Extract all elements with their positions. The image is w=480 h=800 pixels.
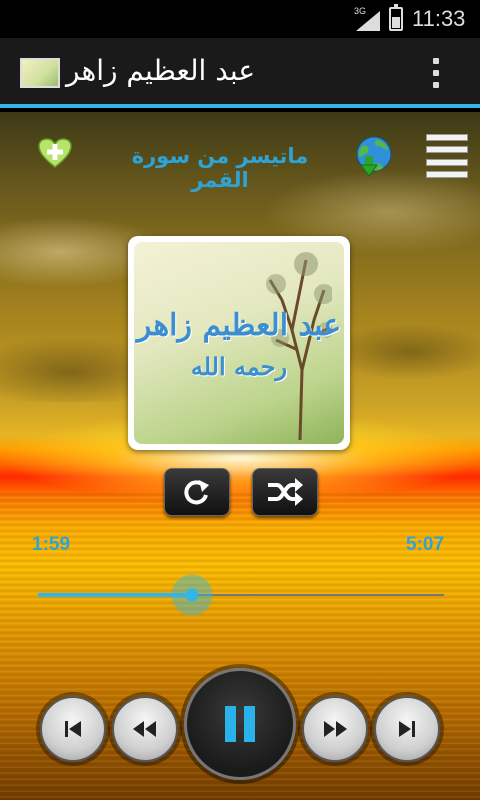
fast-forward-button[interactable] — [302, 696, 368, 762]
album-art: عبد العظيم زاهر رحمه الله — [128, 236, 350, 450]
tree-illustration — [266, 252, 332, 440]
seek-thumb[interactable] — [171, 574, 214, 616]
play-pause-button[interactable] — [184, 668, 296, 780]
overflow-dot — [433, 82, 439, 88]
battery-icon — [389, 4, 403, 31]
rewind-button[interactable] — [112, 696, 178, 762]
repeat-button[interactable] — [164, 468, 230, 516]
menu-bar — [426, 134, 468, 141]
shuffle-icon — [268, 478, 303, 506]
previous-button[interactable] — [40, 696, 106, 762]
album-thumbnail-icon[interactable] — [20, 58, 60, 88]
menu-bar — [426, 170, 468, 178]
album-art-image: عبد العظيم زاهر رحمه الله — [134, 242, 344, 444]
globe-download-icon[interactable] — [352, 134, 396, 178]
skip-previous-icon — [65, 721, 81, 737]
seek-bar[interactable] — [38, 574, 444, 616]
menu-icon[interactable] — [426, 134, 468, 178]
action-bar: عبد العظيم زاهر — [0, 38, 480, 108]
clock: 11:33 — [412, 6, 466, 31]
heart-add-icon[interactable] — [38, 138, 72, 168]
total-duration: 5:07 — [406, 534, 445, 555]
playback-controls — [0, 668, 480, 800]
overflow-menu-icon[interactable] — [428, 54, 444, 92]
overflow-dot — [433, 58, 439, 64]
player-screen: ماتيسر من سورة القمر عبد العظيم زاهر رحم… — [0, 112, 480, 800]
menu-bar — [426, 158, 468, 166]
shuffle-button[interactable] — [252, 468, 318, 516]
album-art-caption: عبد العظيم زاهر — [136, 308, 342, 343]
next-button[interactable] — [374, 696, 440, 762]
pause-icon — [225, 706, 255, 742]
track-title: ماتيسر من سورة القمر — [131, 144, 309, 192]
fast-forward-icon — [324, 721, 347, 737]
battery-level — [392, 17, 400, 28]
status-bar: 3G 11:33 — [0, 0, 480, 38]
elapsed-time: 1:59 — [32, 534, 71, 555]
overflow-dot — [433, 70, 439, 76]
rewind-icon — [133, 721, 156, 737]
album-art-subcaption: رحمه الله — [190, 352, 288, 381]
seek-progress — [38, 593, 193, 597]
signal-icon — [356, 11, 380, 31]
repeat-icon — [184, 480, 209, 505]
skip-next-icon — [399, 721, 415, 737]
menu-bar — [426, 146, 468, 154]
app-title: عبد العظيم زاهر — [66, 54, 256, 87]
